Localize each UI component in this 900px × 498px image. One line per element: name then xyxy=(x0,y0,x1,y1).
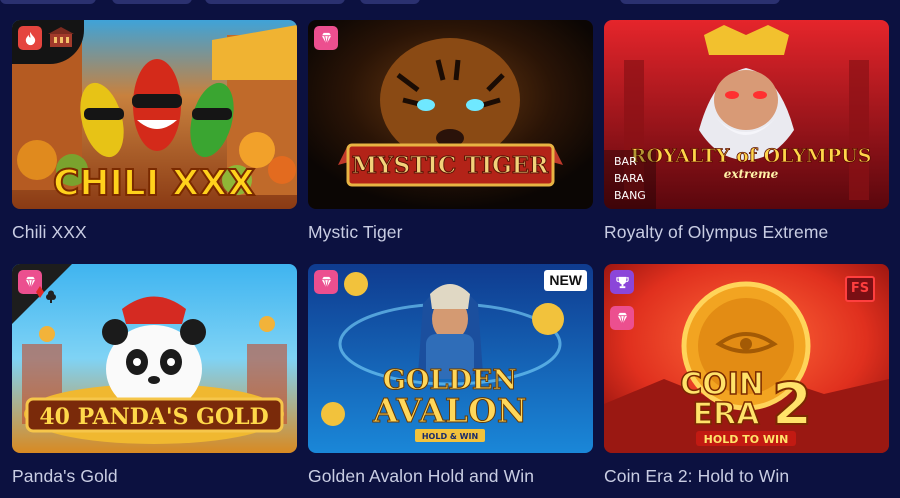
game-card-pandas-gold[interactable]: 40 PANDA'S GOLD Panda's Gold xyxy=(12,264,297,486)
svg-text:BAR: BAR xyxy=(614,155,637,168)
building-icon xyxy=(48,27,74,49)
mystic-tiger-artwork: MYSTIC TIGER xyxy=(308,20,593,209)
game-title[interactable]: Mystic Tiger xyxy=(308,222,598,243)
game-card-chili-xxx[interactable]: CHILI XXX Chili XXX xyxy=(12,20,297,242)
svg-text:ROYALTY of OLYMPUS: ROYALTY of OLYMPUS xyxy=(631,145,872,167)
game-card-golden-avalon[interactable]: GOLDEN AVALON HOLD & WIN NEW Golden Aval… xyxy=(308,264,593,486)
svg-text:AVALON: AVALON xyxy=(372,391,527,430)
game-card-royalty-of-olympus[interactable]: ROYALTY of OLYMPUS extreme BAR BARA BANG… xyxy=(604,20,889,242)
svg-text:HOLD TO WIN: HOLD TO WIN xyxy=(704,433,789,446)
svg-text:BARA: BARA xyxy=(614,172,644,185)
svg-text:ERA: ERA xyxy=(693,397,761,432)
card-suits-icon xyxy=(32,280,58,306)
game-card-mystic-tiger[interactable]: MYSTIC TIGER Mystic Tiger xyxy=(308,20,593,242)
svg-text:40 PANDA'S GOLD: 40 PANDA'S GOLD xyxy=(39,404,268,430)
trophy-icon xyxy=(610,270,634,294)
diamond-icon xyxy=(610,306,634,330)
diamond-icon xyxy=(314,26,338,50)
game-thumbnail[interactable]: CHILI XXX xyxy=(12,20,297,209)
game-title[interactable]: Golden Avalon Hold and Win xyxy=(308,466,598,487)
game-thumbnail[interactable]: MYSTIC TIGER xyxy=(308,20,593,209)
svg-text:CHILI XXX: CHILI XXX xyxy=(53,163,255,204)
game-title[interactable]: Coin Era 2: Hold to Win xyxy=(604,466,894,487)
new-badge: NEW xyxy=(544,270,587,291)
game-thumbnail[interactable]: ROYALTY of OLYMPUS extreme BAR BARA BANG xyxy=(604,20,889,209)
game-grid: CHILI XXX Chili XXX MYSTIC TIGER Mystic … xyxy=(0,0,900,498)
svg-text:2: 2 xyxy=(772,370,812,438)
svg-text:extreme: extreme xyxy=(724,167,779,181)
game-title[interactable]: Panda's Gold xyxy=(12,466,302,487)
diamond-icon xyxy=(314,270,338,294)
game-card-coin-era-2[interactable]: COIN ERA 2 HOLD TO WIN FS Coin Era 2: Ho… xyxy=(604,264,889,486)
game-title[interactable]: Royalty of Olympus Extreme xyxy=(604,222,894,243)
game-thumbnail[interactable]: COIN ERA 2 HOLD TO WIN FS xyxy=(604,264,889,453)
game-thumbnail[interactable]: 40 PANDA'S GOLD xyxy=(12,264,297,453)
fire-icon xyxy=(18,26,42,50)
game-title[interactable]: Chili XXX xyxy=(12,222,302,243)
game-thumbnail[interactable]: GOLDEN AVALON HOLD & WIN NEW xyxy=(308,264,593,453)
svg-text:HOLD & WIN: HOLD & WIN xyxy=(422,432,478,441)
svg-text:BANG: BANG xyxy=(614,189,646,202)
svg-text:MYSTIC TIGER: MYSTIC TIGER xyxy=(352,152,550,179)
royalty-of-olympus-artwork: ROYALTY of OLYMPUS extreme BAR BARA BANG xyxy=(604,20,889,209)
golden-avalon-artwork: GOLDEN AVALON HOLD & WIN xyxy=(308,264,593,453)
free-spins-badge: FS xyxy=(845,276,875,302)
